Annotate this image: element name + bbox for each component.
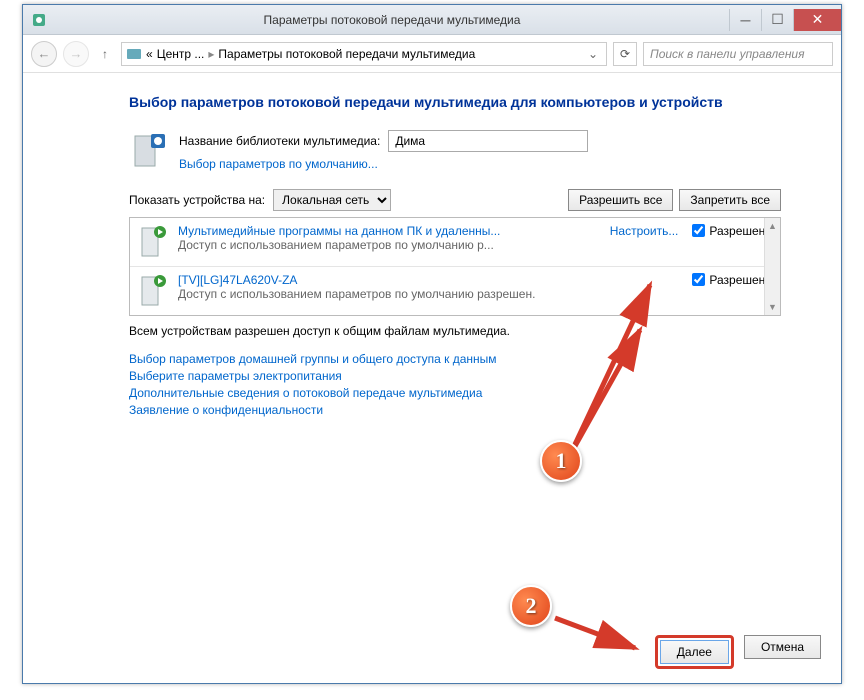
page-title: Выбор параметров потоковой передачи муль… [129,93,781,112]
callout-1: 1 [540,440,582,482]
device-subtitle: Доступ с использованием параметров по ум… [178,238,600,252]
address-bar[interactable]: « Центр ... ▸ Параметры потоковой переда… [121,42,607,66]
device-allow-label: Разрешено [709,273,772,287]
window-controls: ─ ☐ ✕ [729,9,841,31]
scroll-up-icon[interactable]: ▲ [765,218,780,234]
close-button[interactable]: ✕ [793,9,841,31]
breadcrumb-sep: ▸ [208,47,214,61]
cancel-button[interactable]: Отмена [744,635,821,659]
location-icon [126,46,142,62]
navbar: ← → ↑ « Центр ... ▸ Параметры потоковой … [23,35,841,73]
defaults-link[interactable]: Выбор параметров по умолчанию... [179,157,588,171]
library-label: Название библиотеки мультимедиа: [179,134,380,148]
next-button[interactable]: Далее [660,640,729,664]
more-info-link[interactable]: Дополнительные сведения о потоковой пере… [129,386,781,400]
library-row: Название библиотеки мультимедиа: Выбор п… [129,130,781,171]
status-text: Всем устройствам разрешен доступ к общим… [129,324,781,338]
device-row[interactable]: Мультимедийные программы на данном ПК и … [130,218,780,266]
device-title: Мультимедийные программы на данном ПК и … [178,224,600,238]
breadcrumb-prefix: « [146,47,153,61]
device-icon [138,273,168,309]
maximize-button[interactable]: ☐ [761,9,793,31]
device-row[interactable]: [TV][LG]47LA620V-ZA Доступ с использован… [130,266,780,315]
app-icon [31,12,47,28]
device-allow-label: Разрешено [709,224,772,238]
device-icon [138,224,168,260]
homegroup-link[interactable]: Выбор параметров домашней группы и общег… [129,352,781,366]
minimize-button[interactable]: ─ [729,9,761,31]
back-button[interactable]: ← [31,41,57,67]
device-allow-checkbox[interactable] [692,273,705,286]
footer: Далее Отмена [655,635,821,669]
window-title: Параметры потоковой передачи мультимедиа [55,13,729,27]
device-allow-checkbox[interactable] [692,224,705,237]
show-devices-row: Показать устройства на: Локальная сеть Р… [129,189,781,211]
privacy-link[interactable]: Заявление о конфиденциальности [129,403,781,417]
allow-all-button[interactable]: Разрешить все [568,189,673,211]
search-input[interactable]: Поиск в панели управления [643,42,833,66]
device-title: [TV][LG]47LA620V-ZA [178,273,682,287]
next-button-highlight: Далее [655,635,734,669]
window: Параметры потоковой передачи мультимедиа… [22,4,842,684]
device-list: Мультимедийные программы на данном ПК и … [129,217,781,316]
breadcrumb-seg2[interactable]: Параметры потоковой передачи мультимедиа [218,47,475,61]
show-devices-label: Показать устройства на: [129,193,265,207]
links-block: Выбор параметров домашней группы и общег… [129,352,781,417]
power-link[interactable]: Выберите параметры электропитания [129,369,781,383]
titlebar: Параметры потоковой передачи мультимедиа… [23,5,841,35]
refresh-button[interactable]: ⟳ [613,42,637,66]
device-customize-link[interactable]: Настроить... [610,224,679,238]
library-name-input[interactable] [388,130,588,152]
network-select[interactable]: Локальная сеть [273,189,391,211]
scrollbar[interactable]: ▲ ▼ [764,218,780,315]
device-subtitle: Доступ с использованием параметров по ум… [178,287,682,301]
up-button[interactable]: ↑ [95,44,115,64]
block-all-button[interactable]: Запретить все [679,189,781,211]
library-icon [129,130,169,170]
address-dropdown-icon[interactable]: ⌄ [584,47,602,61]
content: Выбор параметров потоковой передачи муль… [23,73,841,427]
breadcrumb-seg1[interactable]: Центр ... [157,47,205,61]
forward-button[interactable]: → [63,41,89,67]
scroll-down-icon[interactable]: ▼ [765,299,780,315]
callout-2: 2 [510,585,552,627]
